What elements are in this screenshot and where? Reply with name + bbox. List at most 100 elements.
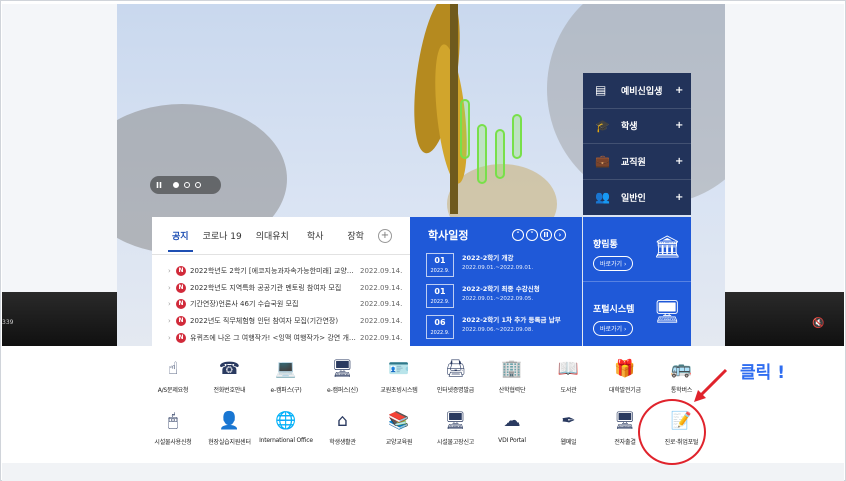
monitor-icon: 🖥 xyxy=(653,300,681,325)
quick-link-label: 대학발전기금 xyxy=(609,387,641,394)
id-card-icon: 🪪 xyxy=(388,359,410,379)
chevron-up-icon[interactable]: ˄ xyxy=(512,229,524,241)
schedule-date: 01 2022.9. xyxy=(426,284,454,308)
quick-link-label: 도서관 xyxy=(560,387,577,394)
briefcase-icon: 💼 xyxy=(595,154,610,169)
quick-link-2-5[interactable]: 📚 교양교육원 xyxy=(367,409,431,446)
schedule-title: 학사일정 xyxy=(428,229,469,242)
new-badge: N xyxy=(176,299,186,310)
quick-link-2-7[interactable]: ☁ VDI Portal xyxy=(480,409,544,444)
mouse-icon: 🖱 xyxy=(167,411,179,431)
annotation-arrow-icon xyxy=(694,368,728,402)
tab-medical[interactable]: 의대유치 xyxy=(256,229,289,242)
people-icon: 👥 xyxy=(595,190,610,205)
quick-menu: ▤ 예비신입생 + 🎓 학생 + 💼 교직원 + 👥 일반인 + xyxy=(583,73,691,215)
quick-link-label: 교양교육원 xyxy=(385,439,413,446)
quick-link-2-3[interactable]: 🌐 International Office xyxy=(254,409,318,444)
quick-link-2-2[interactable]: 👤 현장실습지원센터 xyxy=(198,409,262,446)
slide-dot-3[interactable] xyxy=(195,182,201,188)
quick-item-staff[interactable]: 💼 교직원 + xyxy=(583,144,691,180)
pause-button[interactable]: II xyxy=(156,181,168,190)
quick-link-1-2[interactable]: ☎ 전화번호안내 xyxy=(198,357,262,394)
quick-link-label: 인터넷증명발급 xyxy=(436,387,475,394)
books-icon: 📚 xyxy=(388,411,410,431)
quick-link-label: e-캠퍼스(구) xyxy=(270,387,302,394)
new-badge: N xyxy=(176,316,186,327)
house-icon: ⌂ xyxy=(337,411,348,431)
quick-link-label: 웹메일 xyxy=(560,439,577,446)
quick-link-1-5[interactable]: 🪪 교원초빙시스템 xyxy=(367,357,431,394)
pen-icon: ✒ xyxy=(561,411,576,431)
quick-link-label: A/S문제요청 xyxy=(157,387,189,394)
quick-link-2-6[interactable]: 🖥 시설물고장신고 xyxy=(424,409,488,446)
tab-notice[interactable]: 공지 xyxy=(168,229,193,252)
footer-strip xyxy=(2,463,844,481)
quick-link-1-6[interactable]: 🖨 인터넷증명발급 xyxy=(424,357,488,394)
video-bar-left xyxy=(2,292,120,346)
quick-link-1-3[interactable]: 💻 e-캠퍼스(구) xyxy=(254,357,318,394)
quick-item-prospective[interactable]: ▤ 예비신입생 + xyxy=(583,73,691,109)
schedule-item[interactable]: 01 2022.9. 2022-2학기 개강 2022.09.01.~2022.… xyxy=(410,253,582,284)
quick-link-label: VDI Portal xyxy=(498,437,526,444)
slide-dot-2[interactable] xyxy=(184,182,190,188)
portal-system[interactable]: 포털시스템 바로가기 › 🖥 xyxy=(583,282,691,347)
quick-link-label: 시설물사용신청 xyxy=(154,439,192,446)
notice-list: › N 2022학년도 2학기 [에코지능과자속가능한미래] 교양교… 2022… xyxy=(152,255,410,346)
list-item[interactable]: › N 2022학년도 지역특화 공공기관 멘토링 참여자 모집 2022.09… xyxy=(168,280,410,297)
schedule-date: 01 2022.9. xyxy=(426,253,454,277)
globe-icon: 🌐 xyxy=(275,411,297,431)
slider-controls: II xyxy=(150,176,221,194)
bank-building-icon: 🏛 xyxy=(653,235,681,260)
quick-link-1-1[interactable]: ☝ A/S문제요청 xyxy=(141,357,205,394)
tab-academic[interactable]: 학사 xyxy=(307,229,324,242)
schedule-nav: ˄ ˅ II › xyxy=(512,229,566,241)
go-button[interactable]: 바로가기 › xyxy=(593,256,634,271)
quick-link-2-8[interactable]: ✒ 웹메일 xyxy=(537,409,601,446)
hyangrimtong-portal[interactable]: 향림통 바로가기 › 🏛 xyxy=(583,217,691,282)
chevron-down-icon[interactable]: ˅ xyxy=(526,229,538,241)
quick-link-label: 시설물고장신고 xyxy=(436,439,475,446)
mute-icon[interactable]: 🔇 xyxy=(812,318,824,329)
schedule-item[interactable]: 01 2022.9. 2022-2학기 최종 수강신청 2022.09.01.~… xyxy=(410,284,582,315)
click-annotation: 클릭 ! xyxy=(740,363,785,383)
quick-link-1-7[interactable]: 🏢 산학협력단 xyxy=(480,357,544,394)
academic-schedule: 학사일정 ˄ ˅ II › 01 2022.9. 2022-2학기 개강 202… xyxy=(410,217,582,347)
monitor-tools-icon: 🖥 xyxy=(444,411,467,431)
quick-link-label: International Office xyxy=(259,437,313,444)
tab-scholarship[interactable]: 장학 xyxy=(347,229,364,242)
graduation-cap-icon: 🎓 xyxy=(595,118,610,133)
cloud-monitor-icon: ☁ xyxy=(503,411,521,431)
quick-item-student[interactable]: 🎓 학생 + xyxy=(583,109,691,144)
schedule-item[interactable]: 06 2022.9. 2022-2학기 1차 추가 등록금 납부 2022.09… xyxy=(410,315,582,346)
schedule-date: 06 2022.9. xyxy=(426,315,454,339)
laptop-icon: 💻 xyxy=(275,359,297,379)
quick-link-2-4[interactable]: ⌂ 학생생활관 xyxy=(311,409,375,446)
notice-tabs: 공지 코로나 19 의대유치 학사 장학 + xyxy=(152,217,410,255)
notice-board: 공지 코로나 19 의대유치 학사 장학 + › N 2022학년도 2학기 [… xyxy=(152,217,410,347)
quick-link-label: 전화번호안내 xyxy=(213,387,246,394)
list-item[interactable]: › N 2022학년도 2학기 [에코지능과자속가능한미래] 교양교… 2022… xyxy=(168,263,410,280)
slide-dot-1[interactable] xyxy=(173,182,179,188)
quick-link-2-1[interactable]: 🖱 시설물사용신청 xyxy=(141,409,205,446)
go-button[interactable]: 바로가기 › xyxy=(593,321,634,336)
chat-monitor-icon: 🖥 xyxy=(331,359,354,379)
list-item[interactable]: › N 유퀴즈에 나온 그 여행작가! <잉맥 여행작가> 강연 개최 :-) … xyxy=(168,329,410,346)
list-item[interactable]: › N 기간연장)언론사 46기 수습국원 모집 2022.09.14. xyxy=(168,296,410,313)
pause-icon[interactable]: II xyxy=(540,229,552,241)
more-plus-icon[interactable]: + xyxy=(378,228,392,243)
book-icon: 📖 xyxy=(557,359,580,379)
quick-link-label: 교원초빙시스템 xyxy=(380,387,418,394)
quick-link-label: 학생생활관 xyxy=(329,439,356,446)
new-badge: N xyxy=(176,282,186,293)
quick-link-1-9[interactable]: 🎁 대학발전기금 xyxy=(593,357,657,394)
tab-covid[interactable]: 코로나 19 xyxy=(203,229,242,242)
quick-link-1-8[interactable]: 📖 도서관 xyxy=(537,357,601,394)
user-edit-icon: 👤 xyxy=(218,411,241,431)
gift-icon: 🎁 xyxy=(614,359,636,379)
list-item[interactable]: › N 2022년도 직무체험형 인턴 참여자 모집(기간연장) 2022.09… xyxy=(168,313,410,330)
quick-link-1-4[interactable]: 🖥 e-캠퍼스(신) xyxy=(311,357,375,394)
quick-item-public[interactable]: 👥 일반인 + xyxy=(583,180,691,216)
chevron-right-icon[interactable]: › xyxy=(554,229,566,241)
quick-link-label: 현장실습지원센터 xyxy=(208,439,251,446)
document-icon: ▤ xyxy=(595,83,607,98)
